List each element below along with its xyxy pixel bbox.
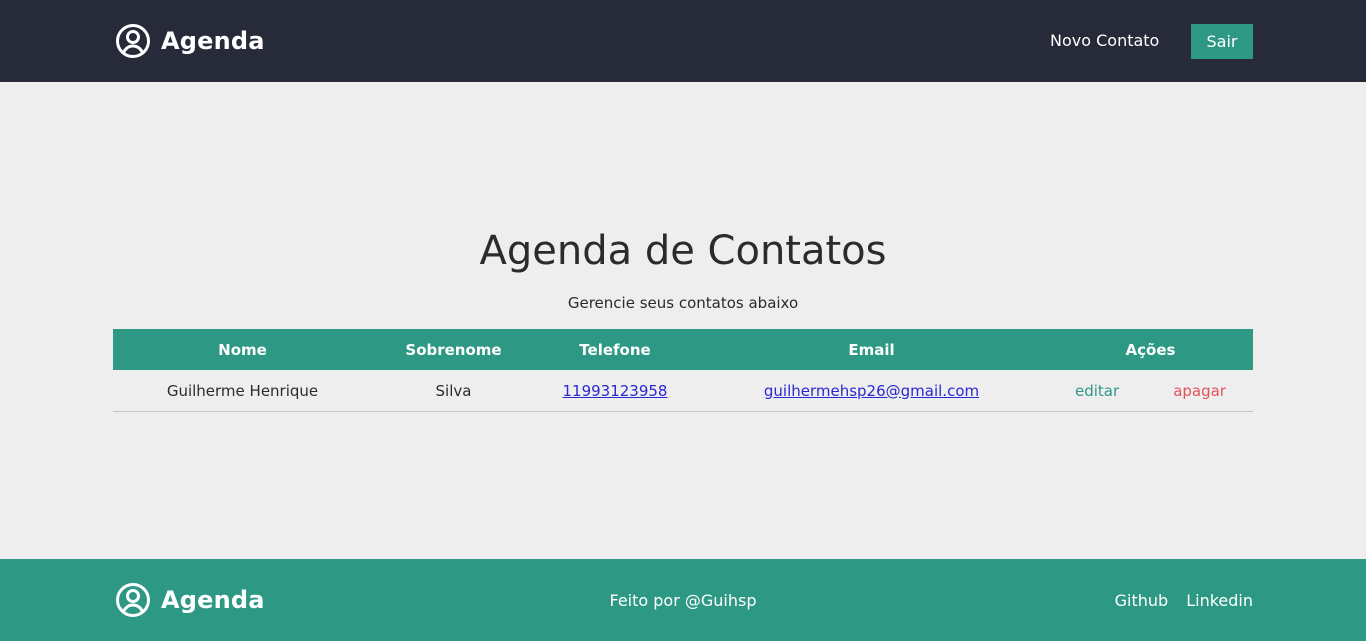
table-header-row: Nome Sobrenome Telefone Email Ações [113,329,1253,370]
column-header-nome: Nome [218,340,267,359]
page-title: Agenda de Contatos [479,228,887,274]
new-contact-link[interactable]: Novo Contato [1050,31,1159,50]
cell-nome: Guilherme Henrique [113,370,372,412]
phone-link[interactable]: 11993123958 [563,382,668,400]
edit-link[interactable]: editar [1075,382,1119,400]
cell-sobrenome: Silva [372,370,535,412]
cell-acoes: editar apagar [1048,370,1253,412]
github-link[interactable]: Github [1115,591,1169,610]
row-actions: editar apagar [1048,382,1253,400]
column-header-telefone: Telefone [579,340,651,359]
delete-link[interactable]: apagar [1173,382,1226,400]
column-header-email: Email [848,340,895,359]
linkedin-link[interactable]: Linkedin [1186,591,1253,610]
table-row: Guilherme Henrique Silva 11993123958 gui… [113,370,1253,412]
header-brand[interactable]: Agenda [115,23,265,59]
top-navbar: Agenda Novo Contato Sair [0,0,1366,82]
footer: Agenda Feito por @Guihsp Github Linkedin [0,559,1366,641]
user-circle-icon [116,24,150,58]
page-subtitle: Gerencie seus contatos abaixo [567,294,799,312]
brand-name: Agenda [161,27,265,55]
contacts-table-container: Nome Sobrenome Telefone Email Ações Guil… [113,329,1253,412]
email-link[interactable]: guilhermehsp26@gmail.com [764,382,979,400]
cell-email: guilhermehsp26@gmail.com [695,370,1048,412]
column-header-sobrenome: Sobrenome [405,340,502,359]
cell-telefone: 11993123958 [535,370,695,412]
column-header-acoes: Ações [1125,340,1176,359]
footer-links: Github Linkedin [1115,591,1253,610]
contacts-table: Nome Sobrenome Telefone Email Ações Guil… [113,329,1253,412]
logout-button[interactable]: Sair [1191,24,1253,59]
